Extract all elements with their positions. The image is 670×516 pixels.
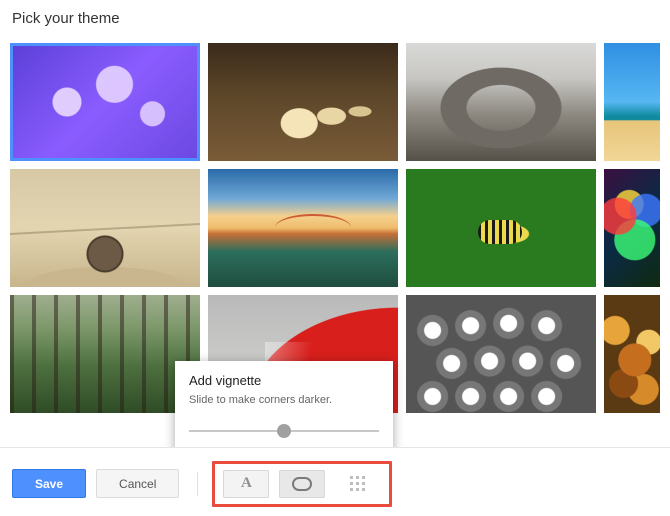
theme-autumn-leaves[interactable]	[604, 295, 660, 413]
cancel-button[interactable]: Cancel	[96, 469, 179, 498]
theme-desert-rock[interactable]	[10, 169, 200, 287]
vignette-button[interactable]	[279, 470, 325, 498]
vignette-icon	[292, 477, 312, 491]
blur-button[interactable]	[335, 470, 381, 498]
theme-rock-arch[interactable]	[406, 43, 596, 161]
save-button[interactable]: Save	[12, 469, 86, 498]
theme-beach[interactable]	[604, 43, 660, 161]
theme-chess-pieces[interactable]	[208, 43, 398, 161]
dialog-header: Pick your theme	[0, 0, 670, 39]
vignette-popover: Add vignette Slide to make corners darke…	[175, 361, 393, 447]
theme-golden-gate-bridge[interactable]	[208, 169, 398, 287]
slider-handle[interactable]	[277, 424, 291, 438]
dialog-title: Pick your theme	[12, 10, 658, 27]
dialog-footer: Save Cancel A	[0, 447, 670, 507]
grid-icon	[350, 476, 366, 492]
letter-a-icon: A	[241, 475, 252, 492]
popover-description: Slide to make corners darker.	[189, 394, 379, 406]
theme-caterpillar[interactable]	[406, 169, 596, 287]
theme-jellyfish[interactable]	[10, 43, 200, 161]
theme-gallery: Add vignette Slide to make corners darke…	[0, 39, 670, 447]
theme-tools-highlight: A	[212, 461, 392, 507]
theme-steel-tubes[interactable]	[406, 295, 596, 413]
popover-title: Add vignette	[189, 373, 379, 388]
theme-forest[interactable]	[10, 295, 200, 413]
vignette-slider[interactable]	[189, 424, 379, 438]
theme-bokeh-lights[interactable]	[604, 169, 660, 287]
separator	[197, 472, 198, 496]
text-background-button[interactable]: A	[223, 470, 269, 498]
